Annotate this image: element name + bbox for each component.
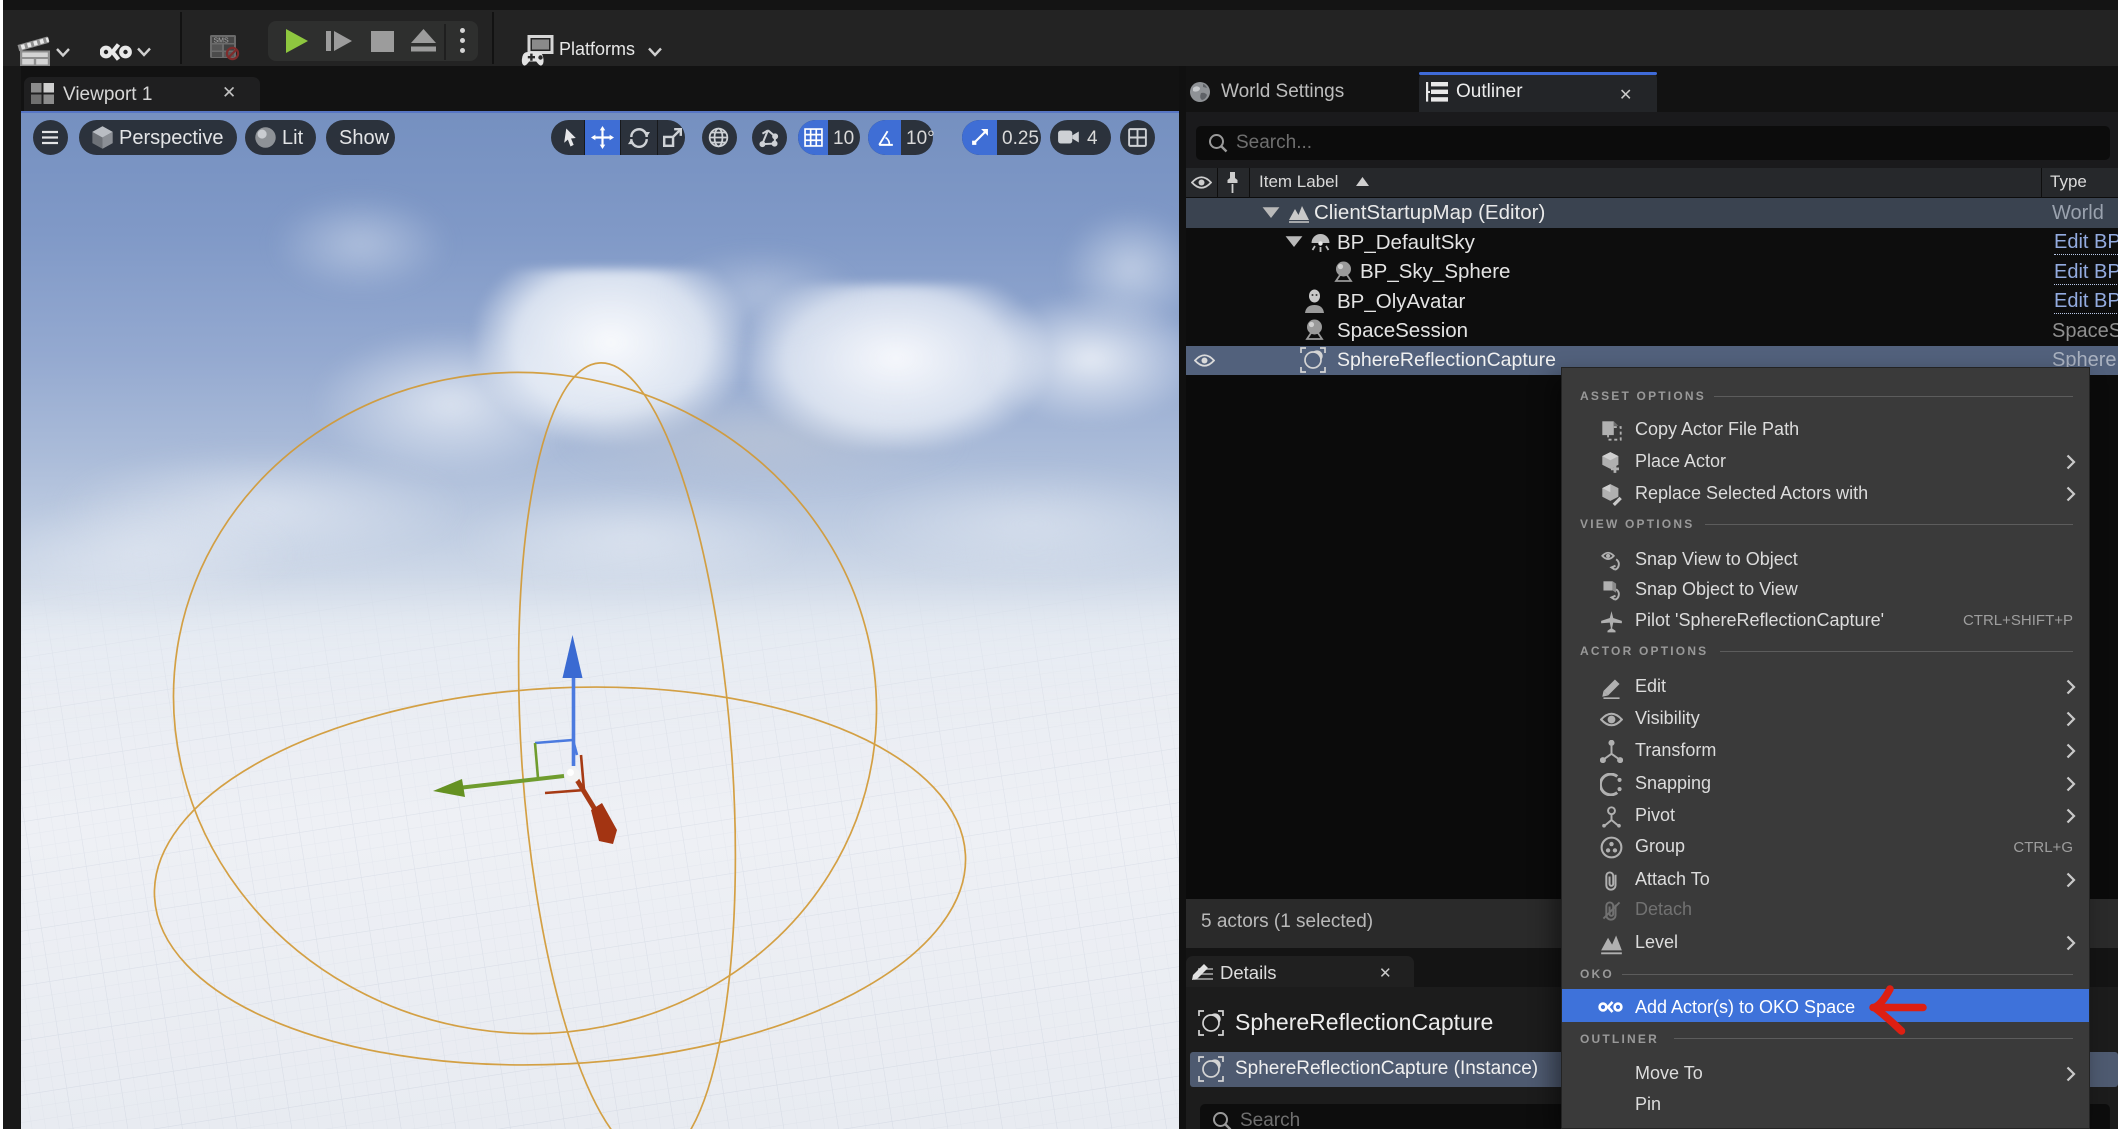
svg-text:SMS: SMS (214, 38, 230, 45)
